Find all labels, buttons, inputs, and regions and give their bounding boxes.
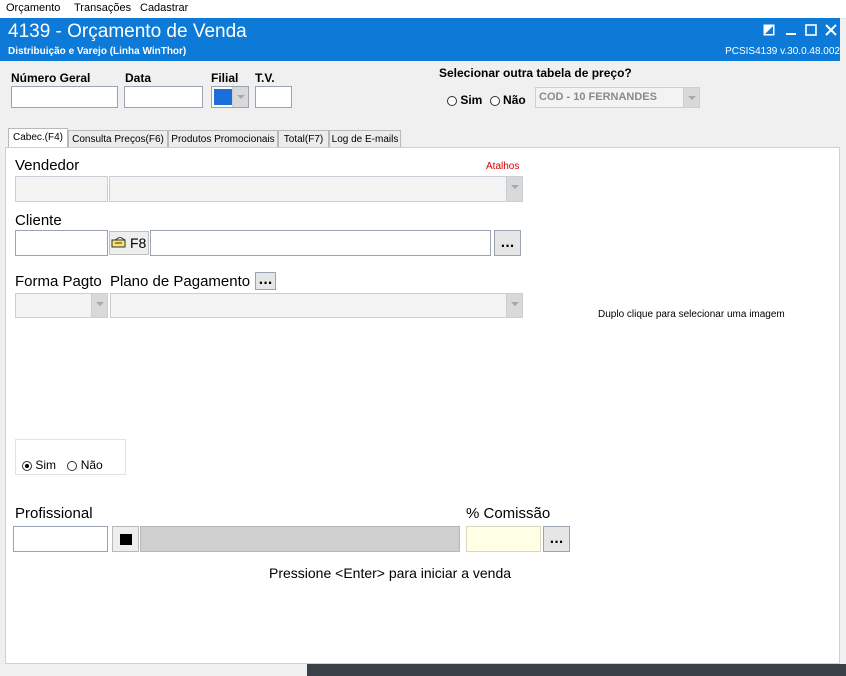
tab-consulta-precos[interactable]: Consulta Preços(F6) (68, 130, 168, 147)
option-radio-row: Sim Não (22, 458, 103, 472)
maximize-icon[interactable] (802, 21, 820, 39)
cliente-name-input[interactable] (150, 230, 491, 256)
price-table-radio-group: Sim Não (447, 93, 526, 107)
data-label: Data (125, 71, 152, 85)
sim-label: Sim (35, 458, 57, 472)
enter-hint: Pressione <Enter> para iniciar a venda (269, 565, 512, 581)
minimize-icon[interactable] (782, 21, 800, 39)
numero-geral-label: Número Geral (11, 71, 91, 85)
menu-orcamento[interactable]: Orçamento (6, 2, 60, 14)
plano-pagamento-label: Plano de Pagamento (110, 273, 251, 290)
window-subtitle: Distribuição e Varejo (Linha WinThor) (8, 46, 187, 57)
price-yes-radio[interactable] (447, 95, 457, 106)
profissional-label: Profissional (15, 505, 93, 522)
profissional-code-input[interactable] (13, 526, 108, 552)
close-icon[interactable] (822, 21, 840, 39)
cliente-code-input[interactable] (15, 230, 108, 256)
price-table-combo[interactable]: COD - 10 FERNANDES (535, 87, 700, 108)
price-table-question: Selecionar outra tabela de preço? (439, 66, 632, 80)
cabec-panel (5, 147, 840, 664)
comissao-input[interactable] (466, 526, 541, 552)
numero-geral-input[interactable] (11, 86, 118, 108)
forma-pagto-label: Forma Pagto (15, 273, 102, 290)
atalhos-link[interactable]: Atalhos (486, 161, 519, 172)
hand-pointer-icon (111, 236, 127, 252)
cliente-label: Cliente (15, 212, 62, 229)
tab-total[interactable]: Total(F7) (278, 130, 329, 147)
price-yes-label: Sim (460, 93, 483, 107)
window-title: 4139 - Orçamento de Venda (8, 21, 247, 42)
tab-produtos-promocionais[interactable]: Produtos Promocionais (168, 130, 278, 147)
tab-cabec[interactable]: Cabec.(F4) (8, 128, 68, 148)
forma-pagto-combo[interactable] (15, 293, 108, 318)
chevron-down-icon[interactable] (683, 88, 699, 107)
plano-ellipsis-button[interactable]: ... (255, 272, 276, 290)
menu-cadastrar[interactable]: Cadastrar (140, 2, 188, 14)
filial-selected (214, 89, 232, 105)
profissional-color-button[interactable] (112, 526, 139, 552)
data-input[interactable] (124, 86, 203, 108)
comissao-label: % Comissão (466, 505, 551, 522)
price-no-radio[interactable] (489, 95, 500, 106)
title-bar: 4139 - Orçamento de Venda Distribuição e… (0, 18, 840, 61)
plano-pagamento-combo[interactable] (110, 293, 523, 318)
search-client-f8-button[interactable]: F8 (109, 231, 149, 255)
filial-label: Filial (211, 71, 239, 85)
image-area-hint[interactable]: Duplo clique para selecionar uma imagem (598, 309, 785, 320)
black-square-icon (120, 534, 132, 545)
chevron-down-icon[interactable] (506, 294, 522, 317)
tab-log-emails[interactable]: Log de E-mails (329, 130, 401, 147)
option-group-box: Sim Não (15, 439, 126, 475)
nao-radio[interactable] (67, 460, 78, 471)
chevron-down-icon[interactable] (91, 294, 107, 317)
vendedor-code-input[interactable] (15, 176, 108, 202)
profissional-name-field (140, 526, 460, 552)
nao-label: Não (80, 458, 103, 472)
cliente-ellipsis-button[interactable]: ... (494, 230, 521, 256)
taskbar-strip (307, 664, 846, 676)
version-label: PCSIS4139 v.30.0.48.002 (725, 46, 840, 57)
menu-bar: Orçamento Transações Cadastrar (0, 0, 846, 19)
vendedor-label: Vendedor (15, 157, 80, 174)
chevron-down-icon[interactable] (506, 177, 522, 201)
f8-label: F8 (130, 235, 147, 251)
tv-label: T.V. (255, 71, 275, 85)
filial-combo[interactable] (211, 86, 249, 108)
vendedor-name-combo[interactable] (109, 176, 523, 202)
sim-radio[interactable] (22, 460, 32, 471)
menu-transacoes[interactable]: Transações (74, 2, 131, 14)
comissao-ellipsis-button[interactable]: ... (543, 526, 570, 552)
price-table-value: COD - 10 FERNANDES (539, 91, 657, 103)
chevron-down-icon[interactable] (232, 87, 248, 107)
restore-icon[interactable] (760, 21, 778, 39)
price-no-label: Não (503, 93, 526, 107)
tv-input[interactable] (255, 86, 292, 108)
